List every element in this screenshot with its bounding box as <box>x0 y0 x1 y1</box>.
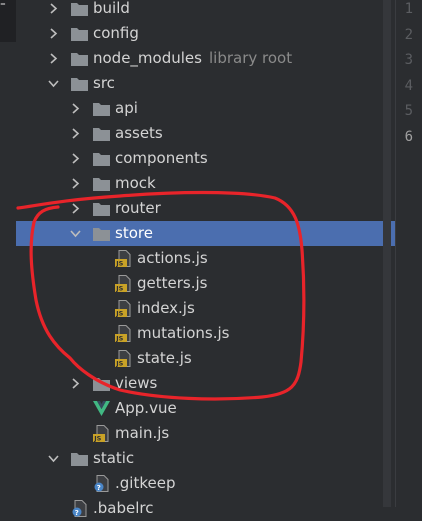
folder-row-node-modules[interactable]: node_modules library root <box>0 46 395 71</box>
svg-text:JS: JS <box>115 310 123 317</box>
tree-item-label: router <box>115 199 161 217</box>
file-row-state-js[interactable]: JS state.js <box>0 346 395 371</box>
tree-item-label: views <box>115 374 158 392</box>
tree-item-label: build <box>93 0 130 17</box>
unknown-file-icon: ? <box>70 500 89 517</box>
js-file-icon: JS <box>114 350 133 367</box>
tree-item-label: index.js <box>137 299 195 317</box>
line-number: 5 <box>404 103 413 120</box>
window-corner: ⁼ <box>0 0 16 42</box>
tree-item-label: mutations.js <box>137 324 230 342</box>
chevron-down-icon[interactable] <box>48 453 59 464</box>
chevron-right-icon[interactable] <box>48 28 59 39</box>
folder-row-src[interactable]: src <box>0 71 395 96</box>
folder-icon <box>70 450 89 467</box>
line-number: 4 <box>404 77 413 94</box>
line-number: 6 <box>404 129 413 145</box>
tree-item-label: mock <box>115 174 156 192</box>
tree-item-label: config <box>93 24 139 42</box>
chevron-right-icon[interactable] <box>48 3 59 14</box>
folder-row-build[interactable]: build <box>0 0 395 21</box>
svg-text:JS: JS <box>115 360 123 367</box>
file-row-actions-js[interactable]: JS actions.js <box>0 246 395 271</box>
folder-icon <box>92 375 111 392</box>
folder-icon <box>92 100 111 117</box>
file-row-babelrc[interactable]: ? .babelrc <box>0 496 395 521</box>
folder-icon <box>70 75 89 92</box>
tree-item-label: .gitkeep <box>115 474 176 492</box>
tree-item-label: main.js <box>115 424 170 442</box>
folder-icon <box>92 225 111 242</box>
file-row-main-js[interactable]: JS main.js <box>0 421 395 446</box>
project-tree: build config node_modules library root src ap… <box>0 0 395 517</box>
folder-row-mock[interactable]: mock <box>0 171 395 196</box>
chevron-right-icon[interactable] <box>70 153 81 164</box>
chevron-right-icon[interactable] <box>70 203 81 214</box>
js-file-icon: JS <box>114 300 133 317</box>
tree-item-label: assets <box>115 124 163 142</box>
tree-item-label: src <box>93 74 115 92</box>
folder-icon <box>92 175 111 192</box>
file-row-index-js[interactable]: JS index.js <box>0 296 395 321</box>
folder-row-config[interactable]: config <box>0 21 395 46</box>
corner-glyph: ⁼ <box>0 0 6 12</box>
js-file-icon: JS <box>114 250 133 267</box>
chevron-right-icon[interactable] <box>70 103 81 114</box>
svg-text:?: ? <box>97 484 101 492</box>
tree-item-label: static <box>93 449 135 467</box>
folder-icon <box>92 200 111 217</box>
svg-text:JS: JS <box>115 285 123 292</box>
folder-icon <box>70 50 89 67</box>
folder-row-router[interactable]: router <box>0 196 395 221</box>
chevron-down-icon[interactable] <box>48 78 59 89</box>
chevron-right-icon[interactable] <box>70 378 81 389</box>
file-row-getters-js[interactable]: JS getters.js <box>0 271 395 296</box>
library-root-hint: library root <box>209 49 293 67</box>
js-file-icon: JS <box>92 425 111 442</box>
unknown-file-icon: ? <box>92 475 111 492</box>
folder-row-components[interactable]: components <box>0 146 395 171</box>
tree-item-label: state.js <box>137 349 192 367</box>
folder-icon <box>92 125 111 142</box>
svg-text:JS: JS <box>115 335 123 342</box>
folder-row-views[interactable]: views <box>0 371 395 396</box>
folder-icon <box>92 150 111 167</box>
tree-item-label: actions.js <box>137 249 208 267</box>
folder-icon <box>70 25 89 42</box>
chevron-down-icon[interactable] <box>70 228 81 239</box>
line-number: 1 <box>404 1 413 17</box>
line-number: 3 <box>404 52 413 69</box>
line-number-gutter: 1 2 3 4 5 6 <box>395 0 422 507</box>
tree-item-label: getters.js <box>137 274 208 292</box>
tree-item-label: App.vue <box>115 399 177 417</box>
js-file-icon: JS <box>114 325 133 342</box>
vue-file-icon <box>92 400 111 417</box>
line-number: 2 <box>404 26 413 43</box>
chevron-right-icon[interactable] <box>70 128 81 139</box>
svg-text:JS: JS <box>93 435 101 442</box>
folder-icon <box>70 0 89 17</box>
folder-row-assets[interactable]: assets <box>0 121 395 146</box>
chevron-right-icon[interactable] <box>70 178 81 189</box>
tree-item-label: store <box>115 224 153 242</box>
js-file-icon: JS <box>114 275 133 292</box>
file-row-gitkeep[interactable]: ? .gitkeep <box>0 471 395 496</box>
folder-row-api[interactable]: api <box>0 96 395 121</box>
tree-item-label: components <box>115 149 208 167</box>
tree-item-label: api <box>115 99 138 117</box>
svg-text:?: ? <box>75 509 79 517</box>
tree-scrollbar[interactable] <box>383 0 391 507</box>
svg-text:JS: JS <box>115 260 123 267</box>
chevron-right-icon[interactable] <box>48 53 59 64</box>
folder-row-static[interactable]: static <box>0 446 395 471</box>
tree-item-label: node_modules <box>93 49 202 67</box>
file-row-mutations-js[interactable]: JS mutations.js <box>0 321 395 346</box>
file-row-app-vue[interactable]: App.vue <box>0 396 395 421</box>
folder-row-store[interactable]: store <box>16 221 395 246</box>
tree-item-label: .babelrc <box>93 499 154 517</box>
